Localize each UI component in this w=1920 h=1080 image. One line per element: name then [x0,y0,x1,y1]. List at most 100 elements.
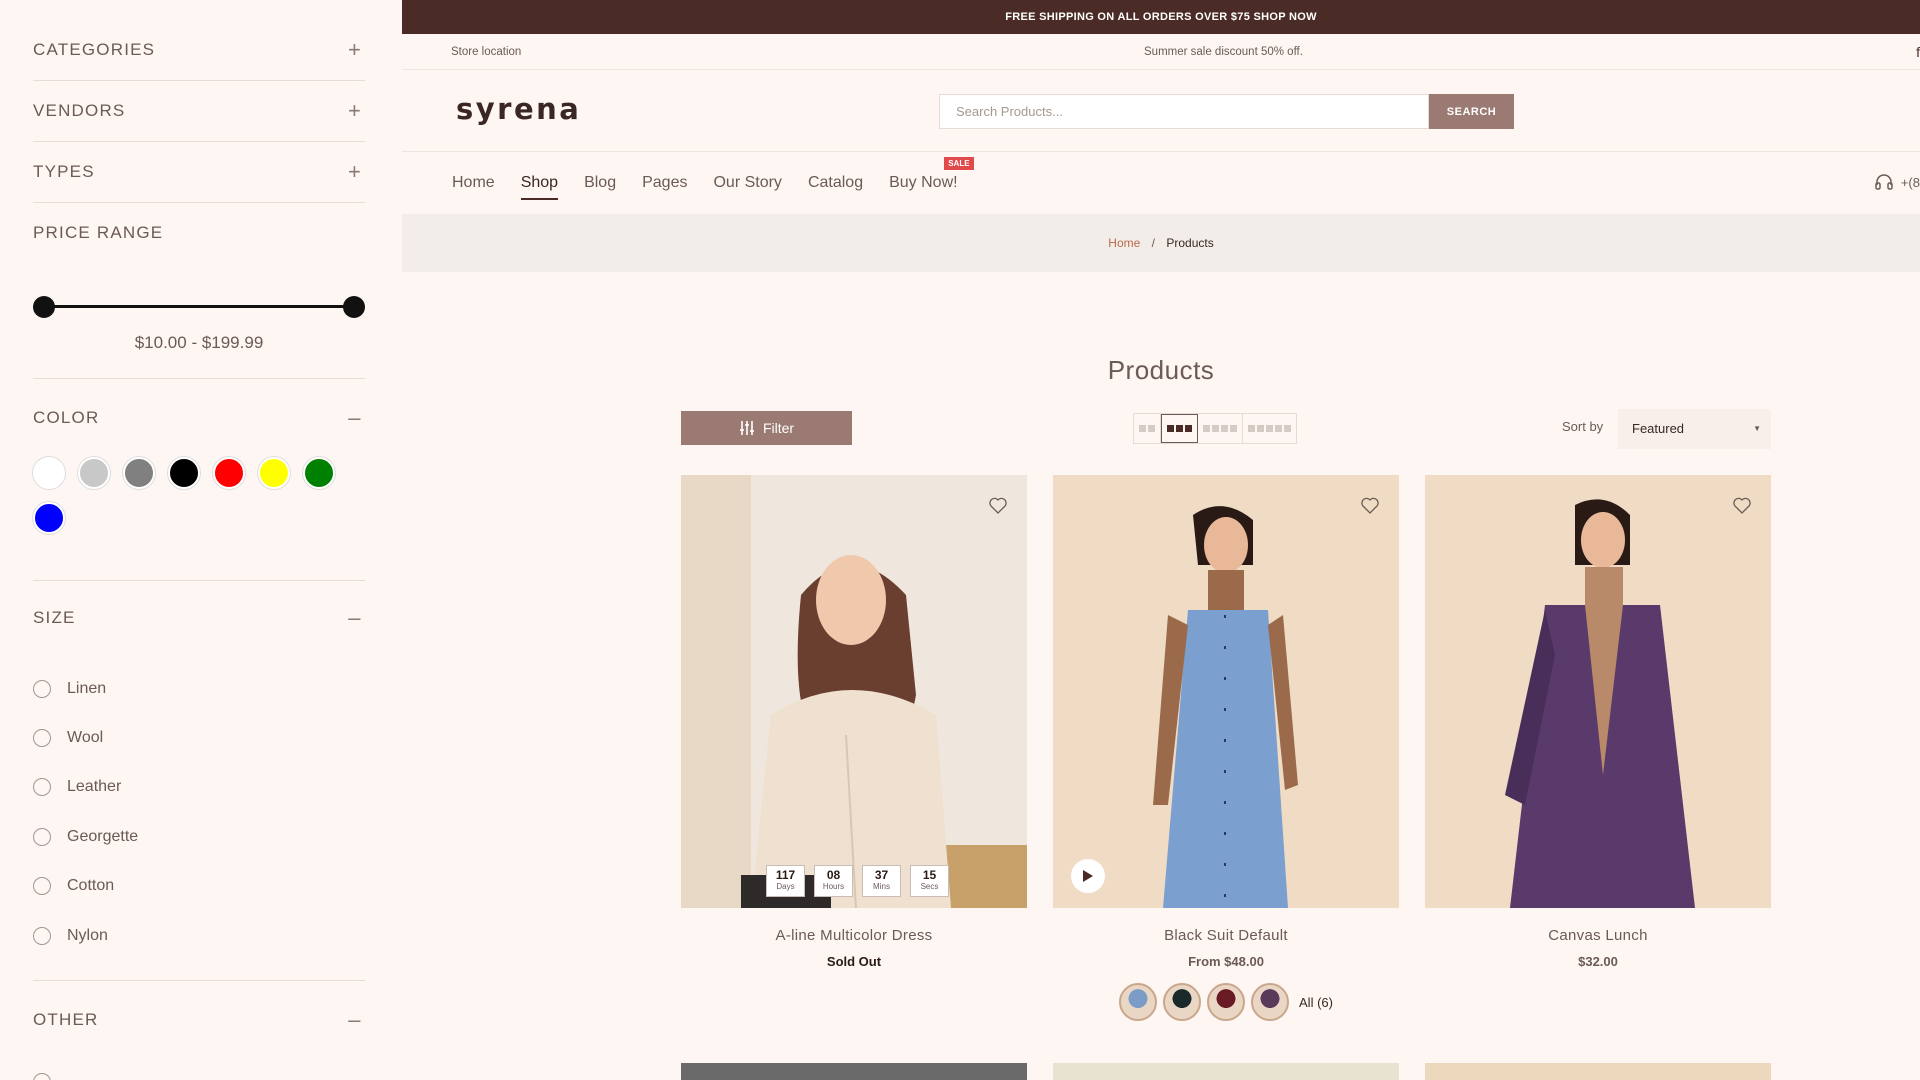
collapse-icon[interactable]: – [345,1007,365,1033]
filter-button[interactable]: Filter [681,411,852,445]
nav-item-label: Pages [642,174,688,191]
size-header[interactable]: SIZE – [33,588,365,648]
variants-all-link[interactable]: All (6) [1299,995,1333,1010]
play-video-icon[interactable] [1071,859,1105,893]
size-option[interactable]: Cotton [33,862,138,911]
product-price: From $48.00 [1188,954,1264,969]
color-variants: All (6) [1053,983,1399,1021]
variant-thumbnail[interactable] [1251,983,1290,1021]
size-option[interactable]: Linen [33,664,138,713]
product-price: Sold Out [826,954,882,969]
color-swatch[interactable] [168,457,200,489]
size-option[interactable]: Leather [33,763,138,812]
expand-icon[interactable]: + [345,98,365,124]
color-swatches [33,457,353,534]
facebook-icon[interactable]: f [1916,44,1920,60]
grid-5-columns[interactable] [1243,414,1296,443]
countdown-unit: 15 Secs [910,865,949,897]
logo[interactable]: syrena [456,92,581,126]
product-image[interactable] [1425,475,1771,908]
radio-button[interactable] [33,877,51,896]
nav-item[interactable]: Blog [584,174,616,200]
grid-2-columns[interactable] [1134,414,1161,443]
slider-track[interactable] [42,305,356,308]
variant-thumbnail[interactable] [1119,983,1158,1021]
product-title[interactable]: Black Suit Default [1053,927,1399,944]
color-swatch[interactable] [303,457,335,489]
nav-item[interactable]: Shop [520,174,559,200]
countdown-number: 37 [874,868,889,882]
grid-4-columns[interactable] [1198,414,1243,443]
countdown-label: Hours [822,882,845,891]
radio-button[interactable] [33,827,51,846]
wishlist-heart-icon[interactable] [1360,496,1380,516]
collapse-icon[interactable]: – [345,605,365,631]
grid-3-columns[interactable] [1161,414,1198,443]
support-phone[interactable]: +(8 [1875,174,1920,190]
nav-item-label: Buy Now! [889,174,958,191]
nav-item[interactable]: Home [452,174,495,200]
product-image[interactable]: 117 Days 08 Hours 37 Mins 15 Secs [681,475,1027,908]
breadcrumb-home[interactable]: Home [1108,236,1140,250]
vendors-header[interactable]: VENDORS + [33,81,365,141]
product-image-partial[interactable] [1053,1063,1399,1080]
color-swatch[interactable] [213,457,245,489]
countdown-label: Days [776,882,795,891]
size-options: Linen Wool Leather Georgette Cotton Nylon [33,664,138,960]
product-card[interactable]: Canvas Lunch $32.00 [1425,475,1771,969]
search-button[interactable]: SEARCH [1429,94,1514,129]
other-option-radio[interactable] [33,1073,67,1080]
radio-button[interactable] [33,778,51,797]
color-label: COLOR [33,408,100,427]
product-image-partial[interactable] [1425,1063,1771,1080]
radio-button[interactable] [33,729,51,748]
sort-select[interactable]: Featured ▼ [1618,409,1771,449]
wishlist-heart-icon[interactable] [988,496,1008,516]
radio-button[interactable] [33,679,51,698]
types-filter[interactable]: TYPES + [33,142,365,203]
store-location-link[interactable]: Store location [451,46,521,58]
product-title[interactable]: Canvas Lunch [1425,927,1771,944]
size-option[interactable]: Georgette [33,812,138,861]
size-option[interactable]: Nylon [33,911,138,960]
nav-item[interactable]: Catalog [808,174,863,200]
nav-item[interactable]: Buy Now! SALE [889,157,974,200]
color-swatch[interactable] [123,457,155,489]
page-title: Products [1107,355,1215,385]
product-image[interactable] [1053,475,1399,908]
slider-min-handle[interactable] [33,296,55,318]
product-title[interactable]: A-line Multicolor Dress [681,927,1027,944]
product-image-partial[interactable] [681,1063,1027,1080]
sale-badge: SALE [944,157,974,170]
wishlist-heart-icon[interactable] [1732,496,1752,516]
variant-thumbnail[interactable] [1163,983,1202,1021]
collapse-icon[interactable]: – [345,405,365,431]
categories-header[interactable]: CATEGORIES + [33,20,365,80]
slider-max-handle[interactable] [343,296,365,318]
expand-icon[interactable]: + [345,159,365,185]
nav-item[interactable]: Pages [642,174,687,200]
size-option-label: Linen [67,679,107,697]
blue-dress-image [1053,475,1399,908]
nav-item-label: Our Story [713,174,782,191]
filter-label: Filter [762,420,795,436]
size-option[interactable]: Wool [33,713,138,762]
color-swatch[interactable] [33,457,65,489]
nav-item[interactable]: Our Story [713,174,781,200]
types-header[interactable]: TYPES + [33,142,365,202]
color-swatch[interactable] [78,457,110,489]
color-header[interactable]: COLOR – [33,388,365,448]
color-swatch[interactable] [258,457,290,489]
categories-filter[interactable]: CATEGORIES + [33,20,365,81]
announcement-bar[interactable]: FREE SHIPPING ON ALL ORDERS OVER $75 SHO… [402,0,1920,34]
vendors-filter[interactable]: VENDORS + [33,81,365,142]
product-card[interactable]: 117 Days 08 Hours 37 Mins 15 Secs A-line Multic… [681,475,1027,969]
variant-thumbnail[interactable] [1207,983,1246,1021]
color-swatch[interactable] [33,502,65,534]
radio-button[interactable] [33,926,51,945]
other-header[interactable]: OTHER – [33,990,365,1050]
expand-icon[interactable]: + [345,37,365,63]
product-card[interactable]: Black Suit Default From $48.00 All (6) [1053,475,1399,1021]
size-label: SIZE [33,608,76,627]
search-input[interactable] [939,94,1429,129]
